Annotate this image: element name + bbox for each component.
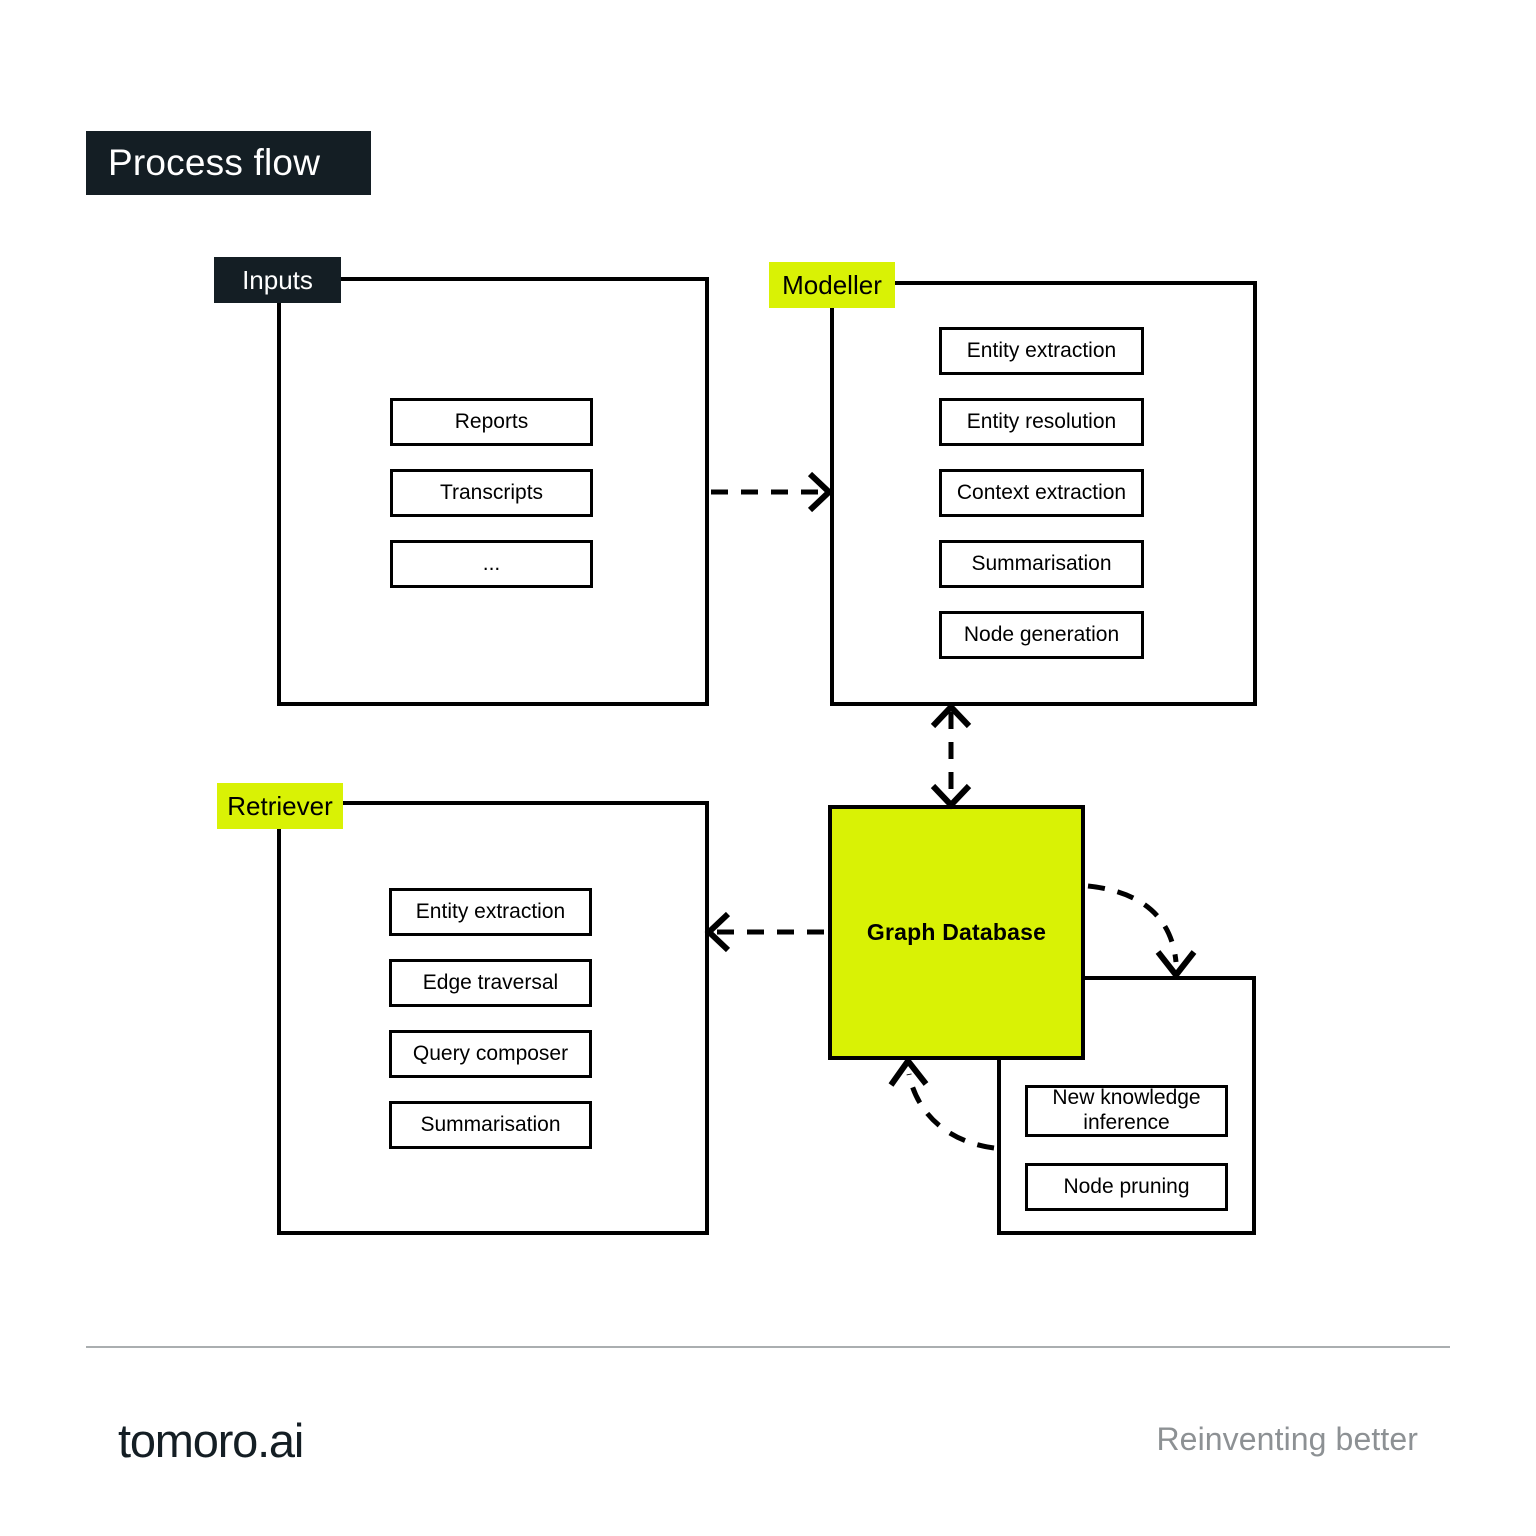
item-modeller-summarisation: Summarisation <box>939 540 1144 588</box>
item-new-knowledge-inference: New knowledge inference <box>1025 1085 1228 1137</box>
connector-modeller-to-graph-database <box>930 702 972 810</box>
page-title: Process flow <box>86 131 371 195</box>
brand-logo: tomoro.ai <box>118 1414 304 1467</box>
item-retriever-summarisation: Summarisation <box>389 1101 592 1149</box>
connector-layer <box>704 471 1197 1151</box>
footer-divider <box>86 1346 1450 1348</box>
item-inputs-ellipsis: ... <box>390 540 593 588</box>
graph-database-block: Graph Database <box>828 805 1085 1060</box>
item-modeller-node-generation: Node generation <box>939 611 1144 659</box>
item-node-pruning: Node pruning <box>1025 1163 1228 1211</box>
item-modeller-entity-resolution: Entity resolution <box>939 398 1144 446</box>
item-reports: Reports <box>390 398 593 446</box>
connector-graph-database-to-retriever <box>704 911 824 953</box>
footer-tagline: Reinventing better <box>1156 1421 1418 1457</box>
group-retriever <box>277 801 709 1235</box>
connector-maintenance-to-graph-database <box>888 1055 995 1151</box>
item-modeller-entity-extraction: Entity extraction <box>939 327 1144 375</box>
connector-graph-database-to-maintenance <box>1087 883 1197 980</box>
item-retriever-entity-extraction: Entity extraction <box>389 888 592 936</box>
item-modeller-context-extraction: Context extraction <box>939 469 1144 517</box>
item-retriever-query-composer: Query composer <box>389 1030 592 1078</box>
connector-inputs-to-modeller <box>711 471 834 513</box>
group-label-retriever: Retriever <box>217 783 343 829</box>
item-retriever-edge-traversal: Edge traversal <box>389 959 592 1007</box>
group-label-modeller: Modeller <box>769 262 895 308</box>
item-transcripts: Transcripts <box>390 469 593 517</box>
process-flow-diagram: Process flow Inputs Reports Transcripts … <box>0 0 1536 1536</box>
group-label-inputs: Inputs <box>214 257 341 303</box>
